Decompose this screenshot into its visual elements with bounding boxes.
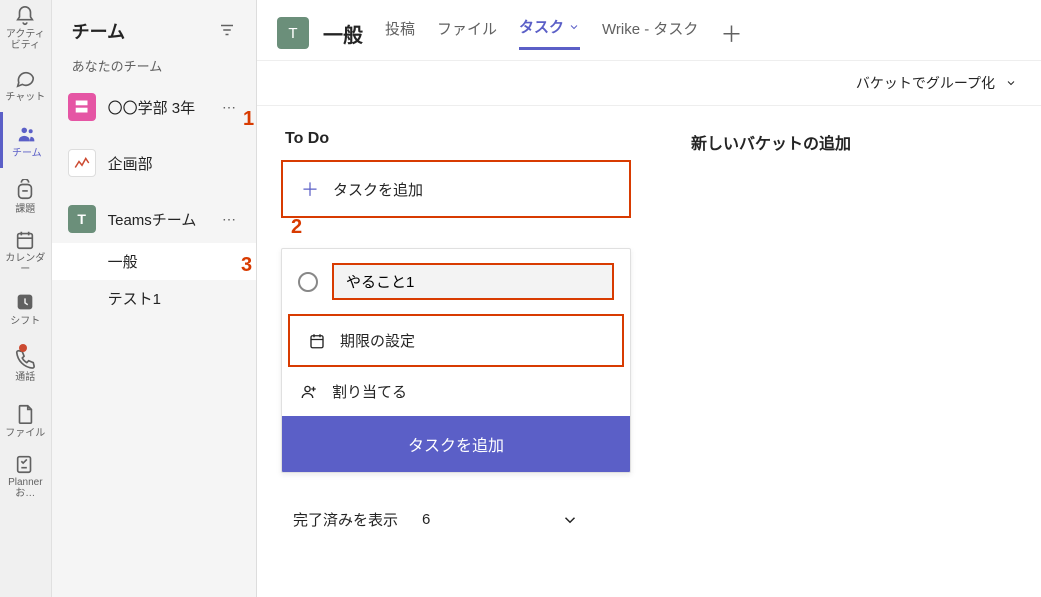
- team-name: 企画部: [108, 153, 240, 174]
- new-bucket[interactable]: 新しいバケットの追加: [691, 130, 1041, 530]
- bucket-todo: To Do ＋ タスクを追加 期限の設定 割り当てる タスク: [281, 130, 631, 530]
- tasks-toolbar: バケットでグループ化: [257, 60, 1041, 106]
- tab-tasks[interactable]: タスク: [519, 16, 580, 50]
- add-tab-button[interactable]: ＋: [720, 17, 742, 49]
- bucket-title: To Do: [281, 130, 631, 148]
- add-task-label: タスクを追加: [333, 179, 423, 200]
- new-bucket-label: 新しいバケットの追加: [691, 130, 1041, 154]
- rail-activity[interactable]: アクティビティ: [0, 0, 51, 56]
- backpack-icon: [13, 178, 37, 202]
- calendar-icon: [308, 332, 326, 350]
- rail-shifts-label: シフト: [10, 316, 40, 327]
- rail-assignments-label: 課題: [15, 204, 35, 215]
- team-sidebar: チーム あなたのチーム 〓 〇〇学部 3年 ⋯ 企画部 T Teamsチーム ⋯…: [52, 0, 257, 597]
- team-name: 〇〇学部 3年: [108, 97, 218, 118]
- tab-bar: 投稿 ファイル タスク Wrike - タスク ＋: [385, 16, 742, 50]
- channel-header: T 一般 投稿 ファイル タスク Wrike - タスク ＋: [257, 0, 1041, 60]
- filter-icon[interactable]: [218, 21, 236, 42]
- callout-3: 3: [241, 254, 252, 277]
- tab-files[interactable]: ファイル: [437, 18, 497, 49]
- clock-icon: [13, 290, 37, 314]
- rail-calendar-label: カレンダー: [4, 253, 47, 275]
- main-content: T 一般 投稿 ファイル タスク Wrike - タスク ＋ バケットでグループ…: [257, 0, 1041, 597]
- rail-calls[interactable]: 通話: [0, 336, 51, 392]
- task-board: 1 2 3 To Do ＋ タスクを追加 期限の設定: [257, 106, 1041, 530]
- due-date-button[interactable]: 期限の設定: [288, 314, 624, 367]
- tab-wrike[interactable]: Wrike - タスク: [602, 18, 698, 49]
- assign-icon: [300, 383, 318, 401]
- plus-icon: ＋: [301, 176, 319, 202]
- task-name-input[interactable]: [332, 263, 614, 300]
- channel-general[interactable]: 一般: [52, 243, 256, 280]
- chevron-down-icon: [568, 21, 580, 33]
- group-by-label: バケットでグループ化: [856, 73, 995, 93]
- app-rail: アクティビティ チャット チーム 課題 カレンダー シフト 通話 ファイル Pl…: [0, 0, 52, 597]
- rail-chat[interactable]: チャット: [0, 56, 51, 112]
- teams-icon: [15, 122, 39, 146]
- your-teams-label: あなたのチーム: [52, 56, 256, 83]
- team-item-3[interactable]: T Teamsチーム ⋯: [52, 195, 256, 243]
- bell-icon: [13, 5, 37, 27]
- assign-button[interactable]: 割り当てる: [282, 367, 630, 416]
- chevron-down-icon: [1005, 77, 1017, 89]
- rail-calls-label: 通話: [15, 372, 35, 383]
- add-task-button[interactable]: ＋ タスクを追加: [281, 160, 631, 218]
- team-name: Teamsチーム: [108, 209, 218, 230]
- channel-avatar-icon: T: [277, 17, 309, 49]
- rail-shifts[interactable]: シフト: [0, 280, 51, 336]
- rail-activity-label: アクティビティ: [4, 29, 47, 51]
- rail-assignments[interactable]: 課題: [0, 168, 51, 224]
- calendar-icon: [13, 229, 37, 251]
- rail-calendar[interactable]: カレンダー: [0, 224, 51, 280]
- complete-circle-icon[interactable]: [298, 272, 318, 292]
- new-task-card: 期限の設定 割り当てる タスクを追加: [281, 248, 631, 473]
- planner-icon: [13, 453, 37, 475]
- due-date-label: 期限の設定: [340, 330, 415, 351]
- rail-planner[interactable]: Planner お…: [0, 448, 51, 504]
- rail-teams-label: チーム: [12, 148, 42, 159]
- channel-test1[interactable]: テスト1: [52, 280, 256, 317]
- more-icon[interactable]: ⋯: [218, 95, 240, 120]
- team-item-2[interactable]: 企画部: [52, 139, 256, 187]
- chat-icon: [13, 66, 37, 90]
- channel-title: 一般: [323, 19, 363, 48]
- rail-files-label: ファイル: [5, 428, 45, 439]
- team-item-1[interactable]: 〓 〇〇学部 3年 ⋯: [52, 83, 256, 131]
- rail-planner-label: Planner お…: [4, 477, 47, 499]
- submit-task-button[interactable]: タスクを追加: [282, 416, 630, 472]
- team-avatar-icon: 〓: [68, 93, 96, 121]
- callout-1: 1: [243, 108, 254, 131]
- notification-dot-icon: [19, 344, 27, 352]
- callout-2: 2: [291, 216, 302, 239]
- rail-teams[interactable]: チーム: [0, 112, 51, 168]
- assign-label: 割り当てる: [332, 381, 407, 402]
- show-done-row[interactable]: 完了済みを表示 6: [281, 509, 591, 530]
- file-icon: [13, 402, 37, 426]
- show-done-label: 完了済みを表示: [293, 509, 398, 530]
- more-icon[interactable]: ⋯: [218, 207, 240, 232]
- chevron-down-icon: [561, 511, 579, 529]
- task-name-row: [282, 249, 630, 314]
- tab-posts[interactable]: 投稿: [385, 18, 415, 49]
- done-count: 6: [422, 511, 430, 528]
- rail-chat-label: チャット: [5, 92, 45, 103]
- team-avatar-icon: [68, 149, 96, 177]
- group-by-dropdown[interactable]: バケットでグループ化: [856, 73, 1017, 93]
- tab-tasks-label: タスク: [519, 16, 564, 37]
- team-avatar-icon: T: [68, 205, 96, 233]
- team-sidebar-header: チーム: [52, 0, 256, 56]
- rail-files[interactable]: ファイル: [0, 392, 51, 448]
- sidebar-title: チーム: [72, 18, 125, 44]
